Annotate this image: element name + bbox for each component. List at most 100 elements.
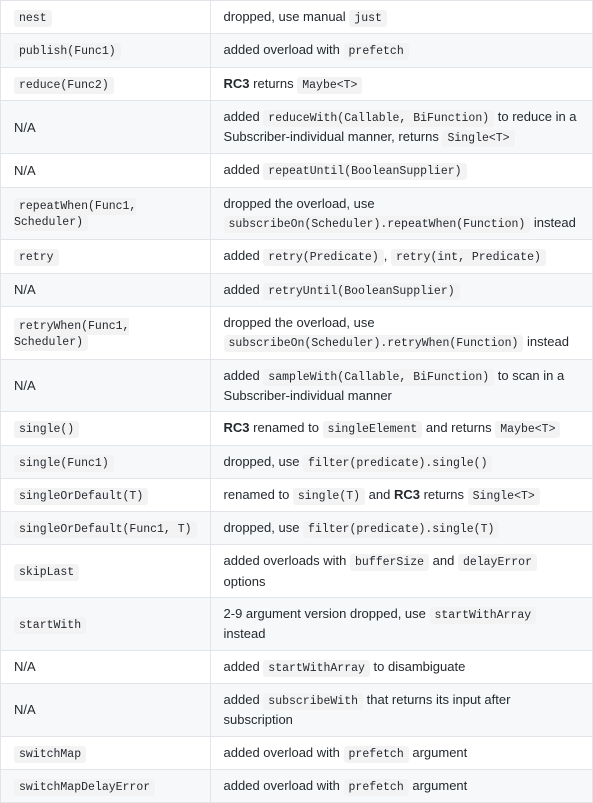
left-cell: startWith xyxy=(1,598,211,651)
description-cell: added subscribeWith that returns its inp… xyxy=(210,684,592,737)
left-cell: N/A xyxy=(1,684,211,737)
method-name-code: startWith xyxy=(14,617,86,634)
na-label: N/A xyxy=(14,120,36,135)
inline-code: Maybe<T> xyxy=(297,77,362,94)
inline-code: filter(predicate).single(T) xyxy=(303,521,499,538)
na-label: N/A xyxy=(14,702,36,717)
table-row: N/A added retryUntil(BooleanSupplier) xyxy=(1,273,593,306)
na-label: N/A xyxy=(14,659,36,674)
left-cell: repeatWhen(Func1, Scheduler) xyxy=(1,187,211,240)
inline-code: bufferSize xyxy=(350,554,429,571)
left-cell: singleOrDefault(Func1, T) xyxy=(1,512,211,545)
na-label: N/A xyxy=(14,163,36,178)
description-cell: added retryUntil(BooleanSupplier) xyxy=(210,273,592,306)
table-row: skipLast added overloads with bufferSize … xyxy=(1,545,593,598)
inline-code: retryUntil(BooleanSupplier) xyxy=(263,283,459,300)
left-cell: N/A xyxy=(1,359,211,412)
description-cell: added overload with prefetch argument xyxy=(210,736,592,769)
inline-code: filter(predicate).single() xyxy=(303,455,492,472)
description-cell: added overloads with bufferSize and dela… xyxy=(210,545,592,598)
method-name-code: single(Func1) xyxy=(14,455,114,472)
inline-code: Single<T> xyxy=(468,488,540,505)
method-name-code: skipLast xyxy=(14,564,79,581)
left-cell: N/A xyxy=(1,650,211,683)
method-name-code: publish(Func1) xyxy=(14,43,121,60)
inline-code: startWithArray xyxy=(430,607,537,624)
inline-code: single(T) xyxy=(293,488,365,505)
table-body: nestdropped, use manual justpublish(Func… xyxy=(1,1,593,803)
left-cell: N/A xyxy=(1,154,211,187)
description-cell: added reduceWith(Callable, BiFunction) t… xyxy=(210,100,592,154)
left-cell: N/A xyxy=(1,273,211,306)
table-row: publish(Func1)added overload with prefet… xyxy=(1,34,593,67)
inline-code: subscribeWith xyxy=(263,693,363,710)
description-cell: dropped, use manual just xyxy=(210,1,592,34)
inline-code: prefetch xyxy=(344,43,409,60)
table-row: startWith2-9 argument version dropped, u… xyxy=(1,598,593,651)
table-row: singleOrDefault(Func1, T) dropped, use fi… xyxy=(1,512,593,545)
left-cell: nest xyxy=(1,1,211,34)
inline-code: retry(int, Predicate) xyxy=(391,249,546,266)
inline-code: singleElement xyxy=(323,421,423,438)
inline-code: subscribeOn(Scheduler).repeatWhen(Functi… xyxy=(224,216,531,233)
na-label: N/A xyxy=(14,378,36,393)
description-cell: added retry(Predicate), retry(int, Predi… xyxy=(210,240,592,273)
table-row: switchMap added overload with prefetch ar… xyxy=(1,736,593,769)
left-cell: singleOrDefault(T) xyxy=(1,478,211,511)
table-row: singleOrDefault(T) renamed to single(T) a… xyxy=(1,478,593,511)
description-cell: renamed to single(T) and RC3 returns Sin… xyxy=(210,478,592,511)
left-cell: N/A xyxy=(1,100,211,154)
left-cell: switchMapDelayError xyxy=(1,770,211,803)
api-changes-table: nestdropped, use manual justpublish(Func… xyxy=(0,0,593,803)
description-cell: dropped, use filter(predicate).single(T) xyxy=(210,512,592,545)
table-row: single()RC3 renamed to singleElement and… xyxy=(1,412,593,445)
inline-code: prefetch xyxy=(344,746,409,763)
table-row: N/A added repeatUntil(BooleanSupplier) xyxy=(1,154,593,187)
description-cell: added repeatUntil(BooleanSupplier) xyxy=(210,154,592,187)
inline-code: reduceWith(Callable, BiFunction) xyxy=(263,110,494,127)
method-name-code: retryWhen(Func1, Scheduler) xyxy=(14,318,129,351)
table-row: retry added retry(Predicate), retry(int, … xyxy=(1,240,593,273)
description-cell: added overload with prefetch argument xyxy=(210,770,592,803)
bold-tag: RC3 xyxy=(394,487,420,502)
description-cell: dropped the overload, use subscribeOn(Sc… xyxy=(210,306,592,359)
table-row: N/Aadded startWithArray to disambiguate xyxy=(1,650,593,683)
table-row: switchMapDelayError added overload with p… xyxy=(1,770,593,803)
description-cell: RC3 returns Maybe<T> xyxy=(210,67,592,100)
table-row: reduce(Func2) RC3 returns Maybe<T> xyxy=(1,67,593,100)
left-cell: retry xyxy=(1,240,211,273)
table-row: nestdropped, use manual just xyxy=(1,1,593,34)
inline-code: prefetch xyxy=(344,779,409,796)
method-name-code: switchMapDelayError xyxy=(14,779,155,796)
method-name-code: singleOrDefault(T) xyxy=(14,488,148,505)
description-cell: added sampleWith(Callable, BiFunction) t… xyxy=(210,359,592,412)
na-label: N/A xyxy=(14,282,36,297)
inline-code: Single<T> xyxy=(442,130,514,147)
table-row: single(Func1) dropped, use filter(predica… xyxy=(1,445,593,478)
table-row: repeatWhen(Func1, Scheduler) dropped the … xyxy=(1,187,593,240)
inline-code: retry(Predicate) xyxy=(263,249,383,266)
table-row: retryWhen(Func1, Scheduler) dropped the o… xyxy=(1,306,593,359)
inline-code: repeatUntil(BooleanSupplier) xyxy=(263,163,466,180)
inline-code: delayError xyxy=(458,554,537,571)
table-row: N/A added sampleWith(Callable, BiFunction… xyxy=(1,359,593,412)
inline-code: startWithArray xyxy=(263,660,370,677)
left-cell: skipLast xyxy=(1,545,211,598)
bold-tag: RC3 xyxy=(224,420,250,435)
method-name-code: retry xyxy=(14,249,59,266)
method-name-code: reduce(Func2) xyxy=(14,77,114,94)
left-cell: retryWhen(Func1, Scheduler) xyxy=(1,306,211,359)
method-name-code: repeatWhen(Func1, Scheduler) xyxy=(14,198,136,231)
left-cell: publish(Func1) xyxy=(1,34,211,67)
inline-code: sampleWith(Callable, BiFunction) xyxy=(263,369,494,386)
method-name-code: singleOrDefault(Func1, T) xyxy=(14,521,197,538)
method-name-code: single() xyxy=(14,421,79,438)
inline-code: just xyxy=(349,10,387,27)
left-cell: reduce(Func2) xyxy=(1,67,211,100)
method-name-code: switchMap xyxy=(14,746,86,763)
inline-code: subscribeOn(Scheduler).retryWhen(Functio… xyxy=(224,335,524,352)
description-cell: dropped the overload, use subscribeOn(Sc… xyxy=(210,187,592,240)
bold-tag: RC3 xyxy=(224,76,250,91)
description-cell: dropped, use filter(predicate).single() xyxy=(210,445,592,478)
table-row: N/A added subscribeWith that returns its … xyxy=(1,684,593,737)
